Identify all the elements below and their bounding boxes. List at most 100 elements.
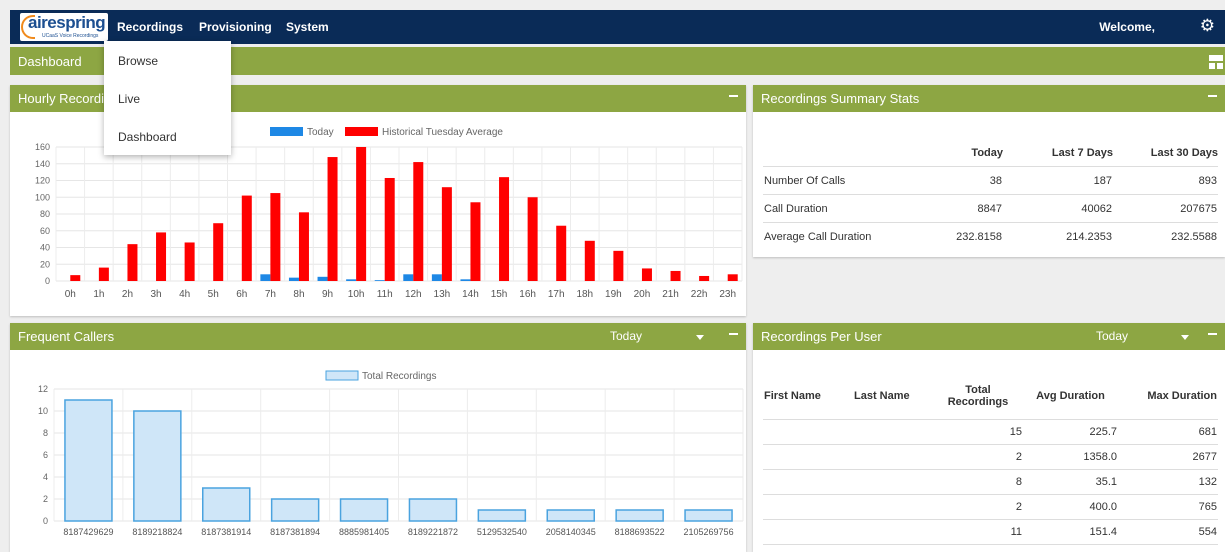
minimize-icon[interactable]	[729, 333, 738, 335]
x-tick-label: 17h	[548, 289, 565, 300]
x-tick-label: 15h	[491, 289, 508, 300]
cell-today: 8847	[913, 194, 1003, 223]
y-tick-label: 10	[38, 406, 48, 416]
bar	[431, 274, 442, 281]
menu-item-live[interactable]: Live	[118, 92, 140, 106]
x-tick-label: 3h	[150, 289, 161, 300]
bar	[403, 274, 414, 281]
table-row: 15 225.7 681	[763, 419, 1218, 445]
bar	[356, 147, 367, 281]
bar	[127, 244, 138, 281]
column-header: First Name	[763, 373, 853, 420]
x-tick-label: 18h	[576, 289, 593, 300]
bar	[684, 509, 733, 522]
y-tick-label: 0	[43, 516, 48, 526]
cell-max: 765	[1118, 494, 1218, 520]
legend-label: Historical Tuesday Average	[382, 127, 503, 138]
y-tick-label: 20	[40, 259, 50, 269]
gear-icon[interactable]: ⚙	[1200, 16, 1215, 36]
table-row: Call Duration 8847 40062 207675	[763, 194, 1218, 223]
bar	[270, 193, 281, 281]
recordings-per-user-panel: Recordings Per User Today First Name Las…	[753, 323, 1225, 552]
y-tick-label: 60	[40, 226, 50, 236]
bar	[202, 487, 251, 522]
bar	[241, 195, 252, 281]
x-tick-label: 9h	[322, 289, 333, 300]
column-header: Total Recordings	[933, 373, 1023, 420]
panel-title: Recordings Per User	[761, 329, 882, 344]
x-tick-label: 23h	[719, 289, 736, 300]
x-tick-label: 11h	[377, 289, 393, 300]
period-select[interactable]: Today	[610, 329, 642, 343]
y-tick-label: 100	[35, 192, 50, 202]
bar	[613, 250, 624, 281]
x-tick-label: 2h	[122, 289, 133, 300]
minimize-icon[interactable]	[1208, 95, 1217, 97]
bar	[260, 274, 271, 281]
x-tick-label: 0h	[65, 289, 76, 300]
row-label: Number Of Calls	[763, 166, 913, 195]
bar	[460, 279, 471, 281]
x-tick-label: 8188693522	[615, 527, 665, 537]
x-tick-label: 21h	[662, 289, 679, 300]
column-header: Last Name	[853, 373, 933, 420]
x-tick-label: 12h	[405, 289, 422, 300]
x-tick-label: 8189221872	[408, 527, 458, 537]
cell-total: 11	[933, 519, 1023, 545]
y-tick-label: 4	[43, 472, 48, 482]
x-tick-label: 4h	[179, 289, 190, 300]
x-tick-label: 8189218824	[132, 527, 182, 537]
x-tick-label: 8h	[293, 289, 304, 300]
legend-swatch	[270, 127, 303, 136]
cell-first-name	[763, 494, 853, 520]
layout-grid-icon[interactable]	[1209, 55, 1223, 69]
cell-last-name	[853, 519, 933, 545]
x-tick-label: 20h	[634, 289, 651, 300]
chevron-down-icon[interactable]	[1181, 335, 1189, 340]
bar	[298, 212, 309, 281]
bar	[641, 268, 652, 281]
nav-provisioning[interactable]: Provisioning	[199, 20, 272, 34]
cell-first-name	[763, 519, 853, 545]
column-header	[763, 140, 913, 167]
legend-swatch	[325, 370, 359, 381]
recordings-per-user-table: First Name Last Name Total Recordings Av…	[763, 373, 1218, 545]
bar	[213, 223, 224, 281]
bar	[70, 275, 81, 281]
x-tick-label: 8885981405	[339, 527, 389, 537]
bar	[339, 498, 389, 522]
cell-total: 2	[933, 494, 1023, 520]
cell-avg: 1358.0	[1023, 444, 1118, 470]
x-tick-label: 8187381914	[201, 527, 251, 537]
minimize-icon[interactable]	[729, 95, 738, 97]
y-tick-label: 0	[45, 276, 50, 286]
menu-item-dashboard[interactable]: Dashboard	[118, 130, 177, 144]
x-tick-label: 16h	[519, 289, 536, 300]
cell-last7: 214.2353	[1003, 222, 1113, 250]
legend-label: Total Recordings	[362, 371, 436, 382]
x-tick-label: 8187381894	[270, 527, 320, 537]
x-tick-label: 22h	[691, 289, 708, 300]
logo-subtext: UCaaS Voice Recordings	[42, 33, 99, 39]
x-tick-label: 10h	[348, 289, 365, 300]
bar	[327, 157, 338, 281]
welcome-text: Welcome,	[1099, 20, 1155, 34]
bar	[374, 280, 385, 281]
cell-last-name	[853, 469, 933, 495]
summary-stats-table: Today Last 7 Days Last 30 Days Number Of…	[763, 140, 1218, 250]
bar	[470, 202, 481, 281]
nav-recordings[interactable]: Recordings	[117, 20, 183, 34]
period-select[interactable]: Today	[1096, 329, 1128, 343]
legend-label: Today	[307, 127, 334, 138]
x-tick-label: 14h	[462, 289, 479, 300]
y-tick-label: 8	[43, 428, 48, 438]
cell-first-name	[763, 469, 853, 495]
menu-item-browse[interactable]: Browse	[118, 54, 158, 68]
chevron-down-icon[interactable]	[696, 335, 704, 340]
nav-system[interactable]: System	[286, 20, 329, 34]
table-row: 11 151.4 554	[763, 519, 1218, 545]
minimize-icon[interactable]	[1208, 333, 1217, 335]
table-row: 2 400.0 765	[763, 494, 1218, 520]
airespring-logo[interactable]: airespring UCaaS Voice Recordings	[20, 13, 108, 41]
y-tick-label: 80	[40, 209, 50, 219]
